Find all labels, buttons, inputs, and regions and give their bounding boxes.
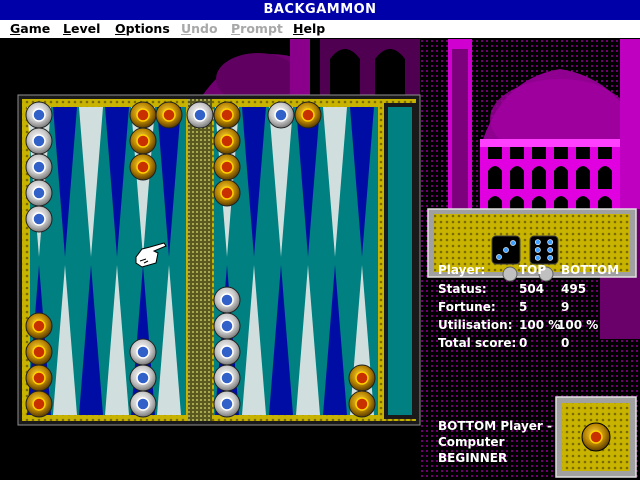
white-checker[interactable] xyxy=(213,390,241,418)
turn-info: BOTTOM Player - Computer BEGINNER xyxy=(438,418,552,466)
gold-checker[interactable] xyxy=(348,364,376,392)
white-checker[interactable] xyxy=(129,338,157,366)
board-bar xyxy=(188,99,212,421)
white-checker[interactable] xyxy=(25,153,53,181)
gold-checker[interactable] xyxy=(213,179,241,207)
white-checker[interactable] xyxy=(213,312,241,340)
die-1[interactable] xyxy=(491,235,521,265)
gold-checker[interactable] xyxy=(129,153,157,181)
stats-header: Player: TOP BOTTOM xyxy=(438,262,638,278)
gold-checker[interactable] xyxy=(25,338,53,366)
die-2[interactable] xyxy=(529,235,559,265)
turn-checker-box xyxy=(555,396,637,478)
stats-header-label: Player: xyxy=(438,263,486,277)
stats-table: Player: TOP BOTTOM Status: 504 495 Fortu… xyxy=(438,262,638,352)
menu-undo: Undo xyxy=(181,21,218,36)
turn-player: BOTTOM Player - xyxy=(438,419,552,433)
game-scene xyxy=(0,39,640,480)
turn-level: BEGINNER xyxy=(438,451,508,465)
menu-game[interactable]: Game xyxy=(10,21,50,36)
stats-row-total-score: Total score: 0 0 xyxy=(438,336,570,350)
gold-checker[interactable] xyxy=(348,390,376,418)
white-checker[interactable] xyxy=(186,101,214,129)
turn-type: Computer xyxy=(438,435,505,449)
white-checker[interactable] xyxy=(213,364,241,392)
white-checker[interactable] xyxy=(129,390,157,418)
menu-help[interactable]: Help xyxy=(293,21,325,36)
gold-checker[interactable] xyxy=(129,101,157,129)
menu-options[interactable]: Options xyxy=(115,21,170,36)
gold-checker[interactable] xyxy=(213,153,241,181)
backgammon-board xyxy=(17,94,421,426)
gold-checker[interactable] xyxy=(129,127,157,155)
white-checker[interactable] xyxy=(213,286,241,314)
white-checker[interactable] xyxy=(129,364,157,392)
white-checker[interactable] xyxy=(25,205,53,233)
menu-bar: Game Level Options Undo Prompt Help xyxy=(0,20,640,39)
stats-row-utilisation: Utilisation: 100 % 100 % xyxy=(438,318,599,332)
stats-row-status: Status: 504 495 xyxy=(438,282,587,296)
scene-svg xyxy=(17,39,640,480)
white-checker[interactable] xyxy=(25,101,53,129)
white-checker[interactable] xyxy=(213,338,241,366)
bear-off-tray xyxy=(388,107,412,415)
gold-checker[interactable] xyxy=(25,390,53,418)
white-checker[interactable] xyxy=(25,179,53,207)
gold-checker[interactable] xyxy=(155,101,183,129)
gold-checker[interactable] xyxy=(25,312,53,340)
white-checker[interactable] xyxy=(25,127,53,155)
white-checker[interactable] xyxy=(267,101,295,129)
stats-row-fortune: Fortune: 5 9 xyxy=(438,300,570,314)
window-title: BACKGAMMON xyxy=(0,0,640,20)
stats-header-top: TOP xyxy=(519,263,547,277)
menu-prompt: Prompt xyxy=(231,21,283,36)
gold-checker[interactable] xyxy=(25,364,53,392)
menu-level[interactable]: Level xyxy=(63,21,100,36)
gold-checker[interactable] xyxy=(213,101,241,129)
gold-checker[interactable] xyxy=(213,127,241,155)
gold-checker[interactable] xyxy=(294,101,322,129)
stats-header-bottom: BOTTOM xyxy=(561,263,620,277)
